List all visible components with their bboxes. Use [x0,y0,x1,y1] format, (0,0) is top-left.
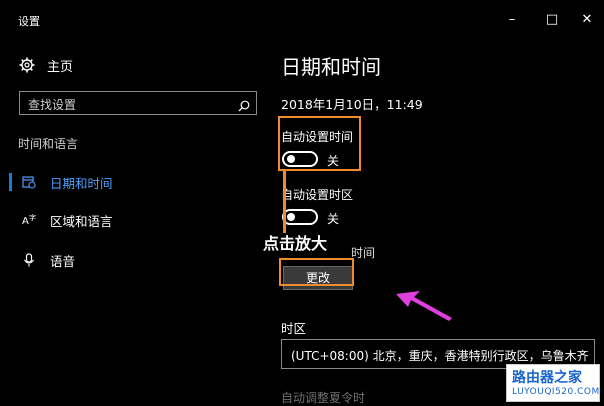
minimize-button[interactable]: – [499,10,525,30]
sidebar-section-title: 时间和语言 [18,137,79,151]
settings-window: 设置 – □ ✕ 主页 查找设置 时间和语言 日期和时间 A字 区域和语言 语音… [9,8,595,405]
highlight-connector [283,171,286,233]
page-title: 日期和时间 [281,55,381,79]
change-time-label: 时间 [351,246,376,260]
sidebar-item-label: 区域和语言 [50,213,113,229]
svg-text:A: A [22,216,29,227]
watermark-logo: 路由器之家 LUYOUQI520.COM [506,364,600,402]
watermark-cn: 路由器之家 [512,370,582,386]
sidebar-home[interactable]: 主页 [19,55,73,75]
auto-time-toggle[interactable] [282,151,318,167]
auto-timezone-state: 关 [327,212,340,226]
sidebar-home-label: 主页 [47,59,74,75]
active-indicator [9,173,12,191]
auto-timezone-toggle[interactable] [282,209,318,225]
watermark-en: LUYOUQI520.COM [512,387,600,397]
search-input[interactable]: 查找设置 [19,91,257,115]
close-button[interactable]: ✕ [574,10,600,30]
sidebar-item-speech[interactable]: 语音 [9,249,75,271]
maximize-button[interactable]: □ [539,10,565,30]
auto-time-label: 自动设置时间 [281,130,354,144]
zoom-overlay-text: 点击放大 [263,234,328,253]
sidebar-item-label: 日期和时间 [50,175,113,191]
calendar-clock-icon [22,175,36,189]
timezone-label: 时区 [281,321,307,336]
sidebar-item-datetime[interactable]: 日期和时间 [9,171,113,193]
dst-label: 自动调整夏令时 [281,391,366,405]
title-bar: 设置 – □ ✕ [9,8,595,33]
change-time-button[interactable]: 更改 [283,266,353,290]
sidebar-item-label: 语音 [50,253,76,269]
gear-icon [19,57,35,73]
auto-time-state: 关 [327,154,340,168]
sidebar-item-region-language[interactable]: A字 区域和语言 [9,209,113,231]
language-icon: A字 [22,213,36,227]
current-datetime: 2018年1月10日，11:49 [281,97,423,112]
svg-text:字: 字 [29,213,36,222]
auto-timezone-label: 自动设置时区 [281,188,354,202]
microphone-icon [22,253,36,267]
window-title: 设置 [18,15,40,28]
timezone-value: (UTC+08:00) 北京，重庆，香港特别行政区，乌鲁木齐 [291,349,589,363]
search-placeholder: 查找设置 [28,98,77,112]
search-icon[interactable] [238,97,250,112]
